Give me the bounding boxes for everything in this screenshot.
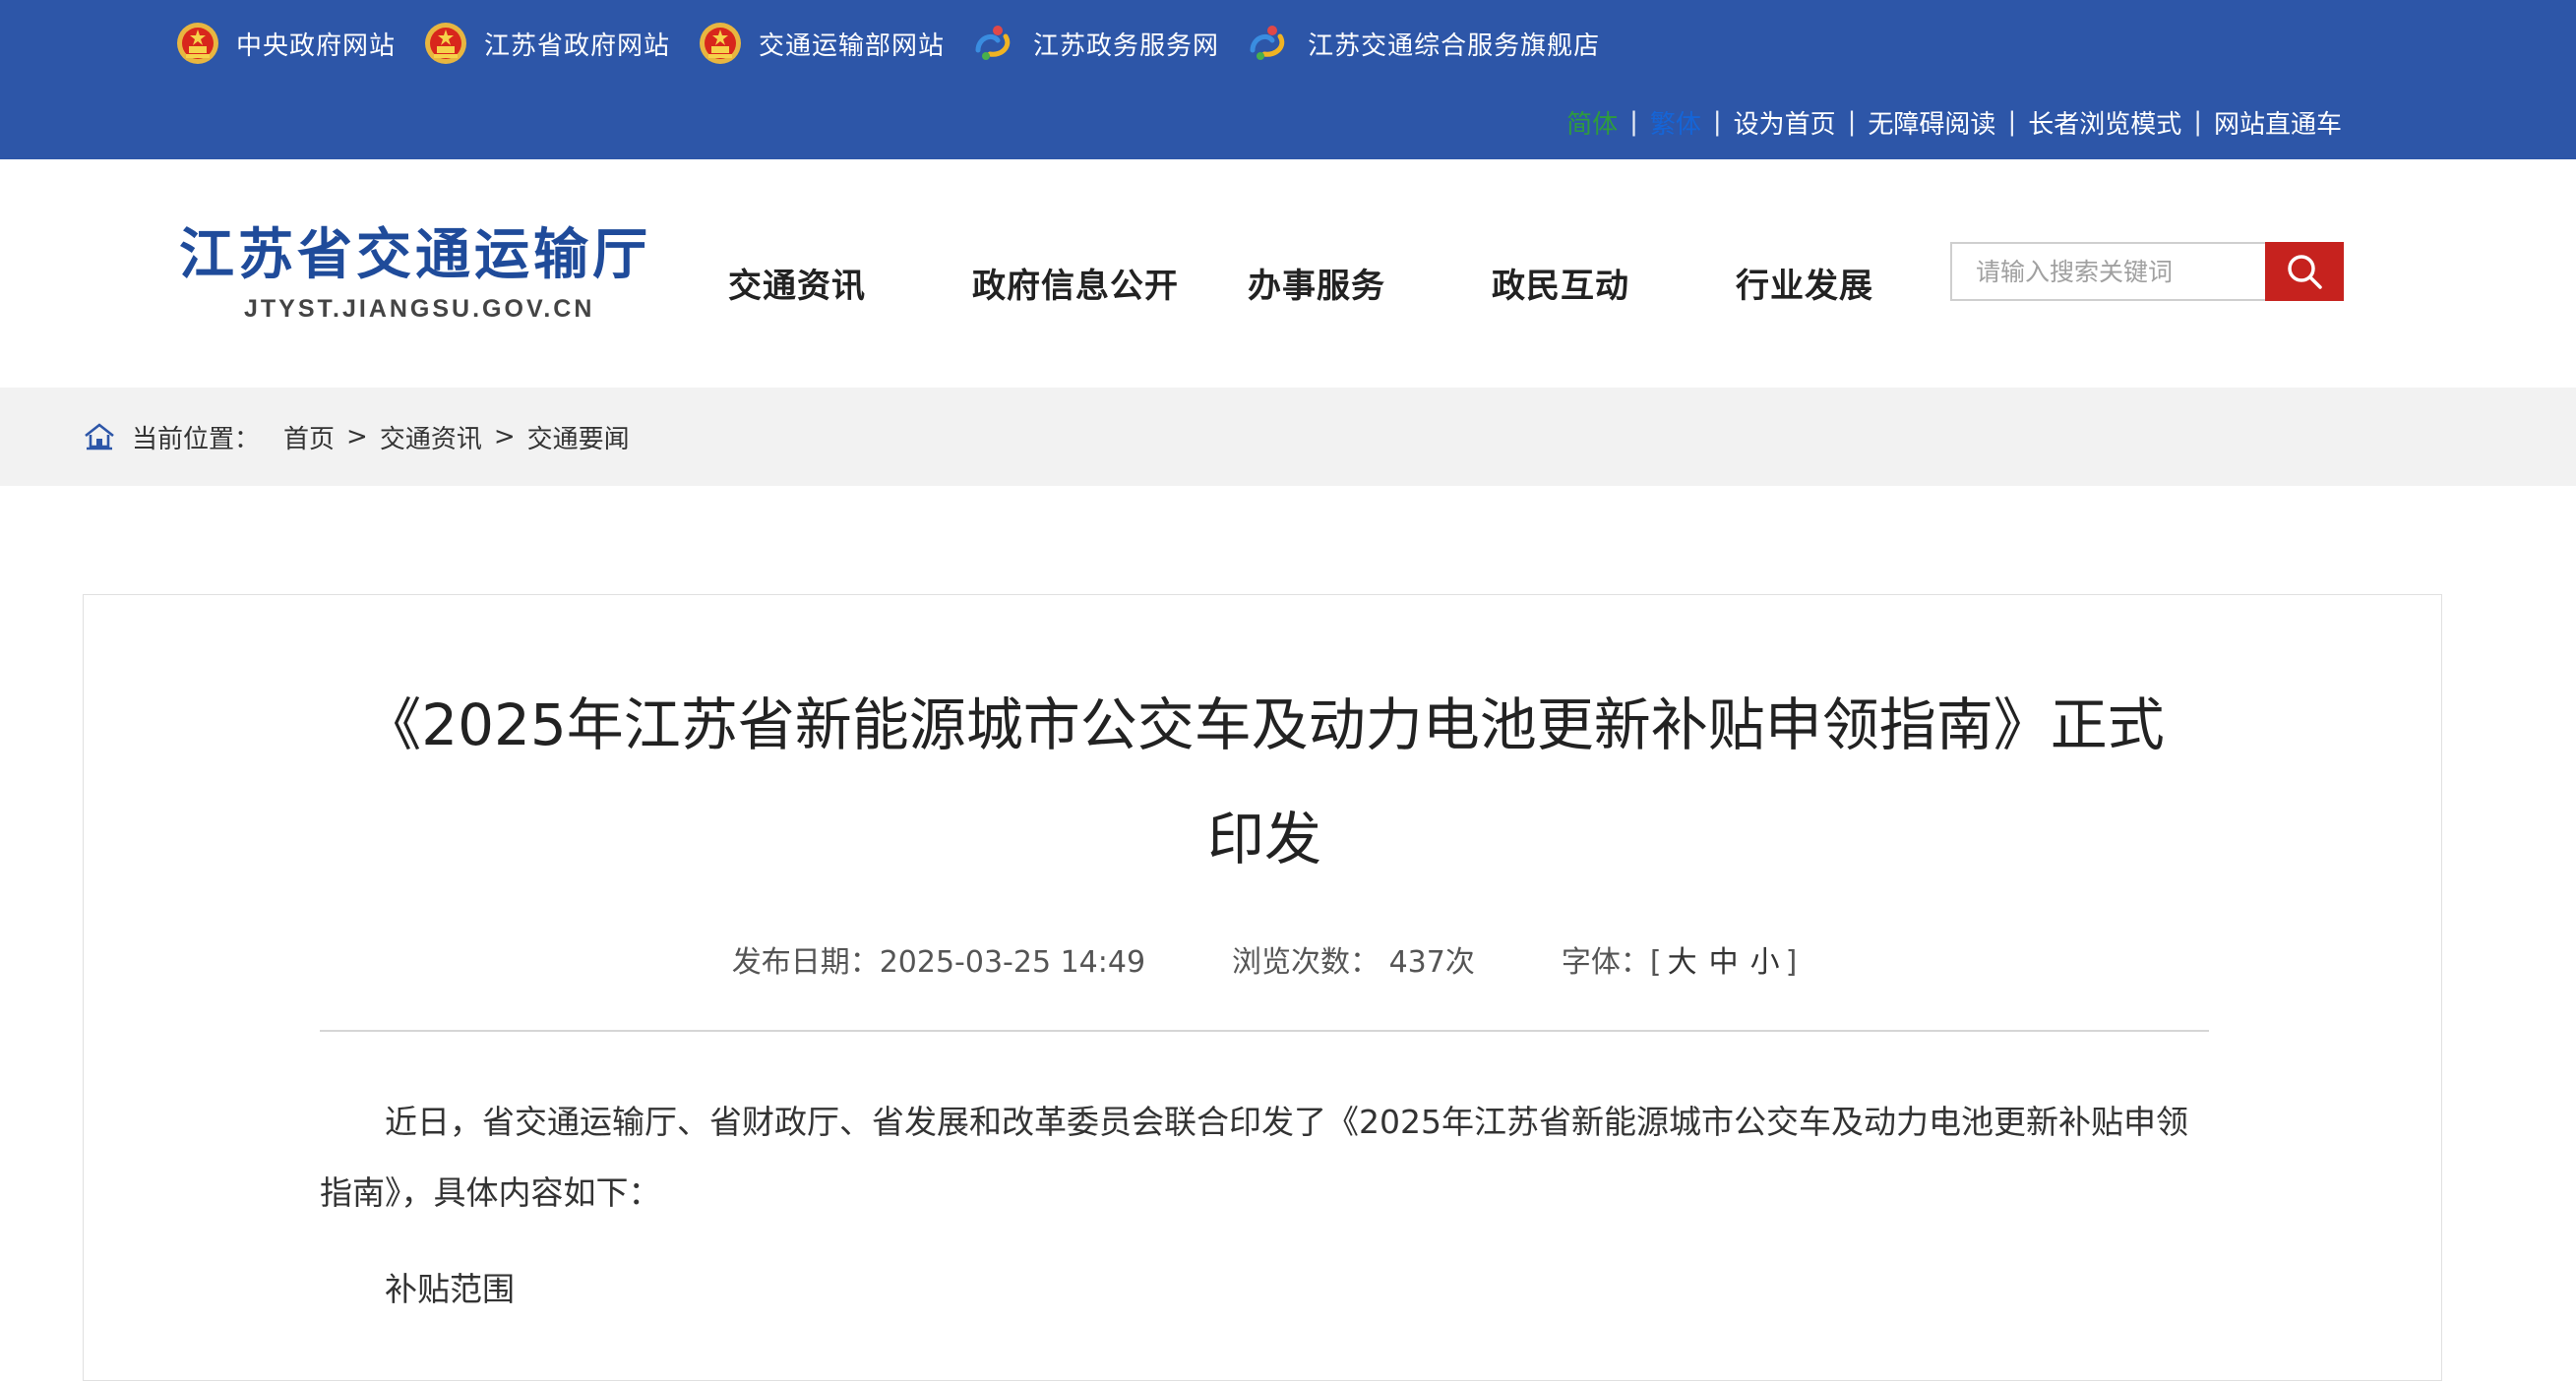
article-title-line1: 《2025年江苏省新能源城市公交车及动力电池更新补贴申领指南》正式 [364,691,2165,758]
bracket-open: [ [1649,945,1662,980]
article-meta: 发布日期：2025-03-25 14:49 浏览次数： 437次 字体：[大中小… [320,937,2209,981]
nav-interaction[interactable]: 政民互动 [1492,259,1736,307]
simplified-chinese-link[interactable]: 简体 [1566,104,1618,141]
nav-gov-info[interactable]: 政府信息公开 [972,259,1248,307]
national-emblem-icon [425,23,467,64]
link-central-gov[interactable]: 中央政府网站 [175,21,396,66]
nav-services[interactable]: 办事服务 [1248,259,1492,307]
link-ministry-transport[interactable]: 交通运输部网站 [698,21,945,66]
separator: | [2007,107,2017,137]
view-count: 浏览次数： 437次 [1232,937,1475,981]
publish-date-value: 2025-03-25 14:49 [879,945,1146,980]
link-label: 江苏政务服务网 [1033,30,1220,61]
font-size-label: 字体： [1561,945,1650,980]
separator: | [1847,107,1857,137]
search-input[interactable] [1950,242,2265,301]
link-label: 中央政府网站 [236,30,397,61]
article-title-line2: 印发 [1206,806,1321,872]
font-size-controls: 字体：[大中小] [1562,937,1797,981]
divider [320,1030,2209,1032]
site-header: 江苏省交通运输厅 JTYST.JIANGSU.GOV.CN 交通资讯 政府信息公… [0,159,2576,388]
breadcrumb-label: 当前位置： [132,424,261,454]
separator: | [2193,107,2202,137]
breadcrumb-home[interactable]: 首页 [283,419,335,455]
nav-industry[interactable]: 行业发展 [1736,259,1893,307]
gov-service-icon [975,26,1011,60]
elder-mode-link[interactable]: 长者浏览模式 [2028,104,2181,141]
site-logo[interactable]: 江苏省交通运输厅 JTYST.JIANGSU.GOV.CN [179,220,651,336]
link-flagship-store[interactable]: 江苏交通综合服务旗舰店 [1247,21,1600,66]
utility-links: 简体 | 繁体 | 设为首页 | 无障碍阅读 | 长者浏览模式 | 网站直通车 [1566,102,2342,142]
site-express-link[interactable]: 网站直通车 [2214,104,2342,141]
separator: | [1712,107,1722,137]
search-box [1950,242,2344,301]
top-bar: 中央政府网站 江苏省政府网站 交通运输部网站 江苏政务服务网 江苏交通综合服务旗… [0,0,2576,159]
publish-date-label: 发布日期： [731,945,880,980]
view-count-label: 浏览次数： [1232,945,1380,980]
font-size-large[interactable]: 大 [1668,945,1697,980]
article-body: 近日，省交通运输厅、省财政厅、省发展和改革委员会联合印发了《2025年江苏省新能… [320,1087,2209,1325]
link-jiangsu-gov[interactable]: 江苏省政府网站 [423,21,670,66]
bracket-close: ] [1785,945,1798,980]
home-icon [85,423,114,450]
publish-date: 发布日期：2025-03-25 14:49 [732,937,1145,981]
article-card: 《2025年江苏省新能源城市公交车及动力电池更新补贴申领指南》正式 印发 发布日… [83,594,2442,1381]
link-gov-service[interactable]: 江苏政务服务网 [972,21,1219,66]
separator: | [1629,107,1638,137]
breadcrumb-transport-news[interactable]: 交通资讯 [380,419,482,455]
font-size-medium[interactable]: 中 [1709,945,1739,980]
view-count-value: 437次 [1388,945,1475,980]
main-nav: 交通资讯 政府信息公开 办事服务 政民互动 行业发展 [728,253,1893,312]
gov-service-icon [1250,26,1285,60]
traditional-chinese-link[interactable]: 繁体 [1650,104,1701,141]
national-emblem-icon [700,23,742,64]
breadcrumb-separator: > [493,422,516,451]
logo-domain: JTYST.JIANGSU.GOV.CN [244,295,595,323]
search-icon [2288,255,2322,289]
accessibility-link[interactable]: 无障碍阅读 [1868,104,1995,141]
search-button[interactable] [2265,242,2344,301]
breadcrumb-bar: 当前位置： 首页 > 交通资讯 > 交通要闻 [0,388,2576,486]
article-title: 《2025年江苏省新能源城市公交车及动力电池更新补贴申领指南》正式 印发 [320,668,2209,896]
related-sites: 中央政府网站 江苏省政府网站 交通运输部网站 江苏政务服务网 江苏交通综合服务旗… [175,20,1627,67]
national-emblem-icon [177,23,218,64]
font-size-small[interactable]: 小 [1750,945,1780,980]
link-label: 江苏交通综合服务旗舰店 [1308,30,1601,61]
nav-transport-news[interactable]: 交通资讯 [728,259,972,307]
breadcrumb: 当前位置： 首页 > 交通资讯 > 交通要闻 [83,417,630,456]
logo-title: 江苏省交通运输厅 [179,222,651,287]
breadcrumb-separator: > [346,422,368,451]
breadcrumb-headlines[interactable]: 交通要闻 [527,419,630,455]
link-label: 交通运输部网站 [759,30,946,61]
section-heading: 补贴范围 [385,1270,515,1308]
article-paragraph: 近日，省交通运输厅、省财政厅、省发展和改革委员会联合印发了《2025年江苏省新能… [320,1103,2188,1212]
set-homepage-link[interactable]: 设为首页 [1734,104,1836,141]
link-label: 江苏省政府网站 [484,30,671,61]
